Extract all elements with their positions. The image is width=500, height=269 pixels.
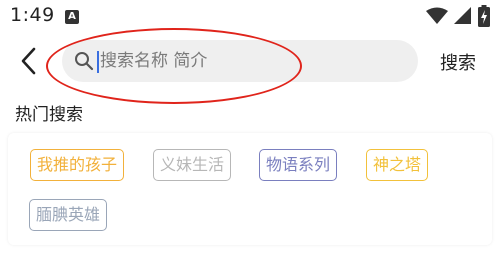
hot-tag-1[interactable]: 我推的孩子 xyxy=(30,149,125,181)
search-icon xyxy=(75,52,94,71)
hot-tag-3[interactable]: 物语系列 xyxy=(259,149,338,181)
search-bar: 搜索 xyxy=(0,38,500,84)
hot-search-panel: 我推的孩子 义妹生活 物语系列 神之塔 腼腆英雄 xyxy=(8,133,492,245)
status-time: 1:49 xyxy=(10,4,55,26)
text-cursor xyxy=(97,51,99,73)
status-bar: 1:49 A xyxy=(0,0,500,34)
battery-icon xyxy=(478,5,490,27)
notification-icon: A xyxy=(65,10,79,24)
signal-icon xyxy=(454,7,471,24)
hot-tag-5[interactable]: 腼腆英雄 xyxy=(29,199,108,231)
wifi-icon xyxy=(426,7,448,24)
search-input[interactable] xyxy=(100,46,400,76)
hot-tag-4[interactable]: 神之塔 xyxy=(366,149,429,181)
back-arrow-icon[interactable] xyxy=(17,46,43,76)
hot-search-title: 热门搜索 xyxy=(15,105,83,125)
search-field[interactable] xyxy=(62,40,418,82)
search-button[interactable]: 搜索 xyxy=(440,49,476,75)
hot-tag-2[interactable]: 义妹生活 xyxy=(153,149,232,181)
